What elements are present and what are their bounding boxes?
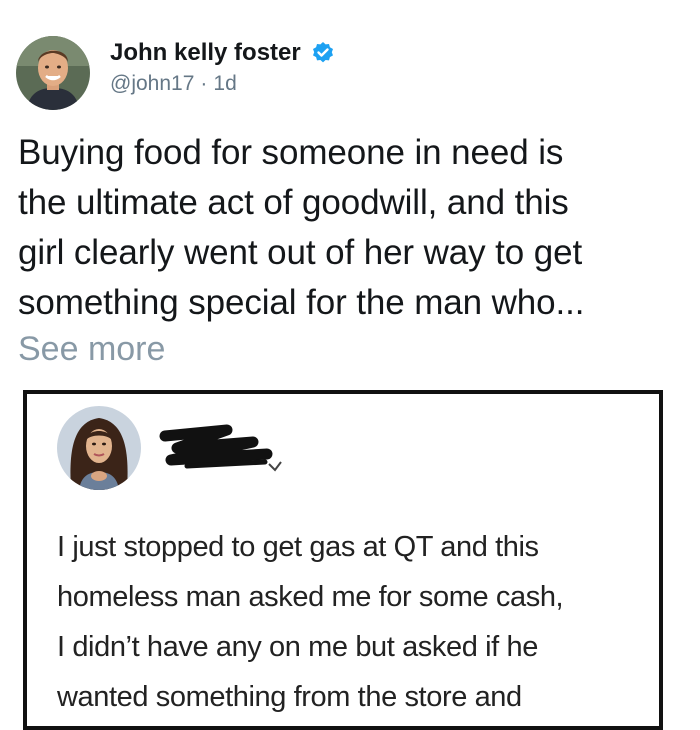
embedded-screenshot-image[interactable]: I just stopped to get gas at QT and this… [23,390,663,730]
tweet-body-line: Buying food for someone in need is [18,133,564,172]
tweet-body: Buying food for someone in need is the u… [18,128,688,328]
author-handle[interactable]: @john17 [110,72,194,96]
embedded-text-line: I didn’t have any on me but asked if he [57,631,538,663]
redacted-name-scribble-icon [157,422,287,478]
see-more-link[interactable]: See more [18,326,165,372]
author-avatar[interactable] [16,36,90,110]
tweet-body-line: something special for the man who... [18,283,585,322]
author-name-row: John kelly foster [110,38,335,68]
embedded-text-line: homeless man asked me for some cash, [57,581,564,613]
author-display-name[interactable]: John kelly foster [110,39,301,67]
tweet-card: John kelly foster @john17 · 1d Buying fo… [0,0,700,730]
verified-badge-icon [311,41,335,65]
embedded-text: I just stopped to get gas at QT and this… [57,522,657,722]
author-meta: @john17 · 1d [110,70,335,98]
tweet-body-line: girl clearly went out of her way to get [18,233,583,272]
author-info: John kelly foster @john17 · 1d [110,38,335,98]
embedded-author-avatar [57,406,141,490]
tweet-timestamp[interactable]: 1d [213,72,236,96]
embedded-text-line: wanted something from the store and [57,681,522,713]
embedded-text-line: I just stopped to get gas at QT and this [57,531,539,563]
tweet-body-line: the ultimate act of goodwill, and this [18,183,569,222]
meta-separator: · [200,72,208,95]
man-portrait-icon [16,36,90,110]
woman-portrait-icon [57,406,141,490]
